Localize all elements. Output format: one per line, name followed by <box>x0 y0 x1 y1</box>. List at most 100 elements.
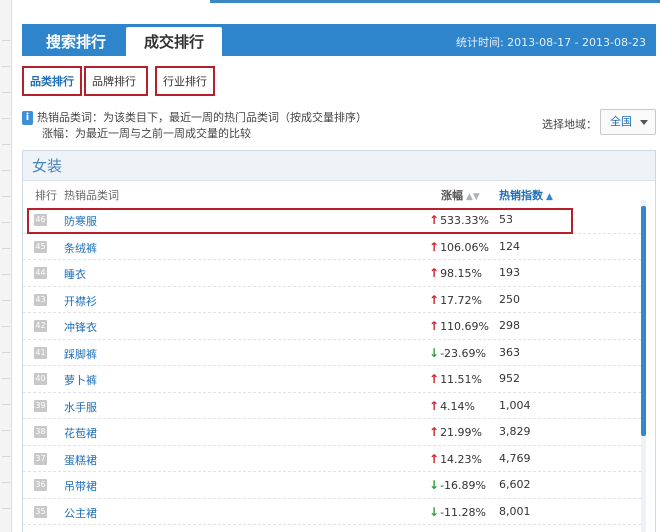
change-value: -11.28% <box>440 505 486 519</box>
change-value: 110.69% <box>440 320 490 333</box>
arrow-up-icon: ↑ <box>429 266 440 280</box>
scrollbar-thumb[interactable] <box>641 206 646 436</box>
hot-word-link[interactable]: 开襟衫 <box>64 293 97 309</box>
sidebar-divider <box>2 222 10 223</box>
hot-word-link[interactable]: 萝卜裤 <box>64 372 97 388</box>
hot-word-link[interactable]: 条绒裤 <box>64 240 97 256</box>
sidebar-divider <box>2 144 10 145</box>
region-value: 全国 <box>610 115 632 128</box>
change-cell: ↑98.15% <box>429 266 493 280</box>
table-row: 39 水手服 ↑4.14% 1,004 <box>23 393 641 419</box>
sidebar-divider <box>2 456 10 457</box>
hot-index-value: 3,829 <box>499 425 531 438</box>
hot-word-link[interactable]: 吊带裙 <box>64 478 97 494</box>
hot-word-link[interactable]: 水手服 <box>64 399 97 415</box>
hot-index-value: 1,004 <box>499 398 531 412</box>
change-cell: ↓-16.89% <box>429 478 493 492</box>
change-value: -23.69% <box>440 346 486 360</box>
column-change-label: 涨幅 <box>441 189 463 202</box>
change-value: 17.72% <box>440 293 483 307</box>
change-value: 21.99% <box>440 426 483 439</box>
region-select[interactable]: 全国 <box>600 109 656 135</box>
change-cell: ↓-23.69% <box>429 346 493 360</box>
hot-index-value: 53 <box>499 213 513 226</box>
hot-index-value: 4,769 <box>499 451 531 465</box>
sidebar-divider <box>2 196 10 197</box>
column-change[interactable]: 涨幅 ▲▼ <box>441 187 480 203</box>
table-row: 36 吊带裙 ↓-16.89% 6,602 <box>23 472 641 499</box>
table-row: 37 蛋糕裙 ↑14.23% 4,769 <box>23 446 641 472</box>
sidebar-divider <box>2 326 10 327</box>
hot-index-value: 8,001 <box>499 504 531 518</box>
rank-badge: 37 <box>34 452 47 465</box>
change-cell: ↑110.69% <box>429 319 493 333</box>
change-cell: ↑533.33% <box>429 213 493 227</box>
info-line-hot-word: 热销品类词：为该类目下，最近一周的热门品类词（按成交量排序） <box>37 111 367 124</box>
sort-icon: ▲▼ <box>466 192 480 202</box>
rank-badge: 42 <box>34 320 47 332</box>
rank-badge: 36 <box>34 479 47 491</box>
change-value: 98.15% <box>440 267 483 280</box>
table-header: 排行 热销品类词 涨幅 ▲▼ 热销指数 ▲ <box>23 182 655 206</box>
rank-badge: 43 <box>34 293 47 306</box>
column-hot-word: 热销品类词 <box>64 189 119 202</box>
sidebar-divider <box>2 404 10 405</box>
table-row: 44 睡衣 ↑98.15% 193 <box>23 260 641 287</box>
hot-word-link[interactable]: 睡衣 <box>64 266 86 282</box>
change-value: 14.23% <box>440 452 483 466</box>
sidebar-divider <box>2 274 10 275</box>
rank-badge: 35 <box>34 505 47 518</box>
rank-badge: 39 <box>34 399 47 412</box>
hot-word-link[interactable]: 公主裙 <box>64 505 97 521</box>
change-value: 106.06% <box>440 240 490 254</box>
ranking-header: 搜索排行 成交排行 统计时间: 2013-08-17 - 2013-08-23 <box>22 24 656 56</box>
arrow-down-icon: ↓ <box>429 504 440 519</box>
subtab-industry[interactable]: 行业排行 <box>155 66 215 96</box>
hot-word-link[interactable]: 花苞裙 <box>64 425 97 441</box>
table-row: 45 条绒裤 ↑106.06% 124 <box>23 234 641 260</box>
arrow-up-icon: ↑ <box>429 292 440 307</box>
subtab-brand[interactable]: 品牌排行 <box>84 66 148 96</box>
info-line-change: 涨幅：为最近一周与之前一周成交量的比较 <box>42 127 251 140</box>
hot-word-link[interactable]: 冲锋衣 <box>64 319 97 335</box>
change-value: 11.51% <box>440 373 483 386</box>
hot-index-value: 193 <box>499 266 520 279</box>
column-hot-index-label: 热销指数 <box>499 189 543 202</box>
hot-word-link[interactable]: 防寒服 <box>64 213 97 229</box>
table-row: 41 踩脚裤 ↓-23.69% 363 <box>23 340 641 366</box>
change-value: 4.14% <box>440 399 476 413</box>
sort-asc-icon: ▲ <box>546 192 553 202</box>
arrow-down-icon: ↓ <box>429 478 440 492</box>
column-rank: 排行 <box>35 189 57 202</box>
sidebar-divider <box>2 248 10 249</box>
hot-index-value: 363 <box>499 345 520 359</box>
sidebar-divider <box>2 170 10 171</box>
change-value: 533.33% <box>440 214 490 227</box>
top-accent-line <box>210 0 660 3</box>
sidebar-divider <box>2 482 10 483</box>
sidebar-divider <box>2 378 10 379</box>
column-hot-index[interactable]: 热销指数 ▲ <box>499 187 553 203</box>
table-row: 43 开襟衫 ↑17.72% 250 <box>23 287 641 313</box>
tab-deal-ranking[interactable]: 成交排行 <box>126 27 222 56</box>
table-row: 46 防寒服 ↑533.33% 53 <box>23 207 641 234</box>
hot-index-value: 298 <box>499 319 520 332</box>
tab-search-ranking[interactable]: 搜索排行 <box>28 27 124 56</box>
arrow-up-icon: ↑ <box>429 319 440 333</box>
rank-badge: 38 <box>34 426 47 438</box>
hot-word-link[interactable]: 蛋糕裙 <box>64 452 97 468</box>
hot-word-link[interactable]: 踩脚裤 <box>64 346 97 362</box>
rank-badge: 45 <box>34 240 47 253</box>
subtab-category[interactable]: 品类排行 <box>22 66 82 96</box>
stats-date-range: 统计时间: 2013-08-17 - 2013-08-23 <box>455 36 646 49</box>
hot-index-value: 6,602 <box>499 478 531 491</box>
sidebar-divider <box>2 430 10 431</box>
arrow-up-icon: ↑ <box>429 425 440 439</box>
hot-index-value: 250 <box>499 292 520 306</box>
info-icon: i <box>22 111 33 125</box>
arrow-up-icon: ↑ <box>429 398 440 413</box>
arrow-up-icon: ↑ <box>429 239 440 254</box>
change-cell: ↑4.14% <box>429 399 493 413</box>
rank-badge: 46 <box>34 214 47 226</box>
change-cell: ↓-11.28% <box>429 505 493 519</box>
